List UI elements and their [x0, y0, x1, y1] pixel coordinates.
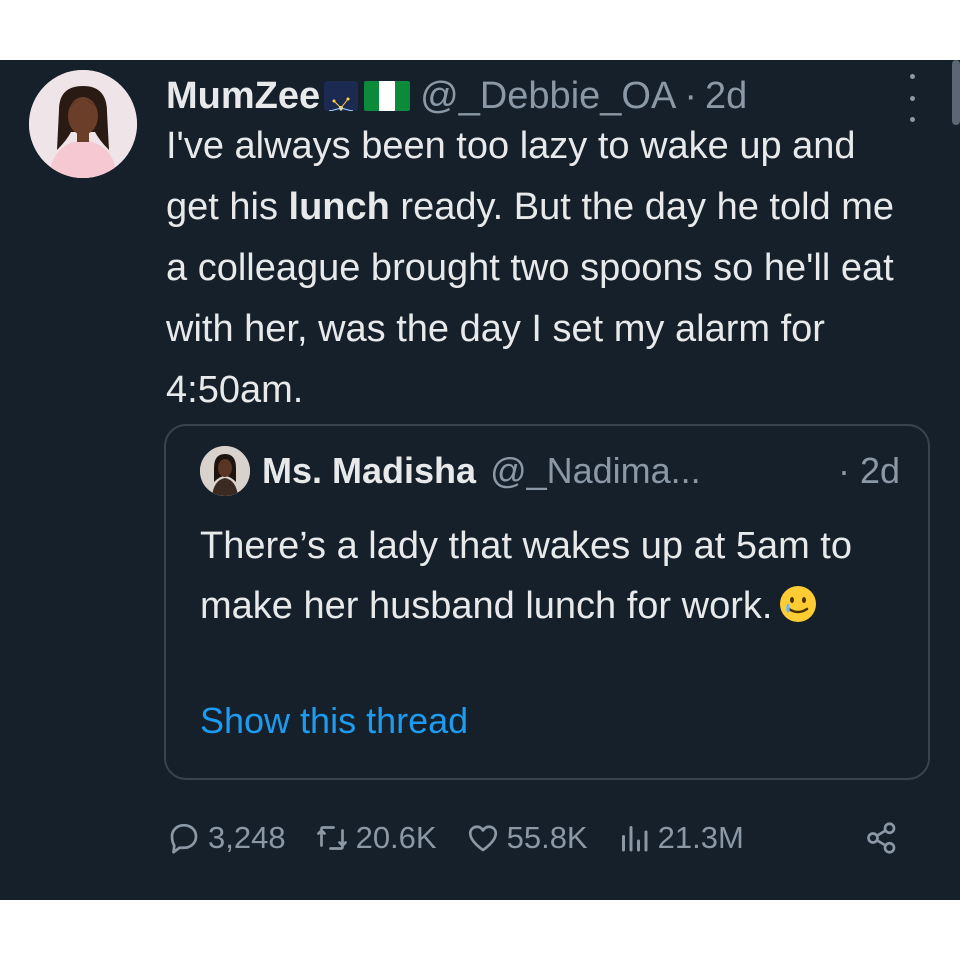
fireworks-emoji-icon [324, 81, 359, 111]
tweet-text-bold: lunch [288, 186, 390, 228]
quoted-tweet-text: There’s a lady that wakes up at 5am to m… [200, 516, 900, 636]
quoted-timestamp[interactable]: · 2d [838, 446, 900, 496]
retweet-button[interactable]: 20.6K [314, 820, 437, 856]
quoted-handle[interactable]: @_Nadima... [490, 446, 701, 496]
avatar-image [29, 70, 137, 178]
quoted-avatar-image [200, 446, 250, 496]
quoted-display-name[interactable]: Ms. Madisha [262, 446, 476, 496]
share-icon [867, 822, 896, 854]
like-button[interactable]: 55.8K [465, 820, 588, 856]
reply-icon [170, 823, 198, 854]
retweet-count: 20.6K [355, 820, 437, 855]
smiling-face-with-tear-icon [778, 582, 818, 622]
nigeria-flag-icon [364, 81, 411, 111]
like-icon [468, 825, 497, 852]
quoted-text: There’s a lady that wakes up at 5am to m… [200, 525, 852, 627]
reply-button[interactable]: 3,248 [166, 820, 286, 856]
show-thread-link[interactable]: Show this thread [200, 696, 468, 746]
quoted-tweet[interactable]: Ms. Madisha @_Nadima... · 2d There’s a l… [164, 424, 930, 780]
share-button[interactable] [864, 820, 906, 856]
action-bar: 3,248 20.6K 55.8K 21.3M [166, 808, 906, 868]
reply-count: 3,248 [208, 820, 286, 855]
tweet-card[interactable]: MumZee @_Debbie_OA · 2d I've always been… [0, 60, 960, 900]
like-count: 55.8K [506, 820, 588, 855]
views-icon [621, 826, 648, 852]
more-options-icon[interactable] [904, 74, 920, 122]
views-button[interactable]: 21.3M [616, 820, 744, 856]
quoted-avatar[interactable] [200, 446, 250, 496]
avatar[interactable] [29, 70, 137, 178]
tweet-text: I've always been too lazy to wake up and… [166, 116, 906, 421]
scrollbar[interactable] [952, 60, 960, 125]
views-count: 21.3M [657, 820, 744, 855]
quoted-tweet-header: Ms. Madisha @_Nadima... · 2d [200, 446, 900, 496]
retweet-icon [316, 826, 347, 850]
